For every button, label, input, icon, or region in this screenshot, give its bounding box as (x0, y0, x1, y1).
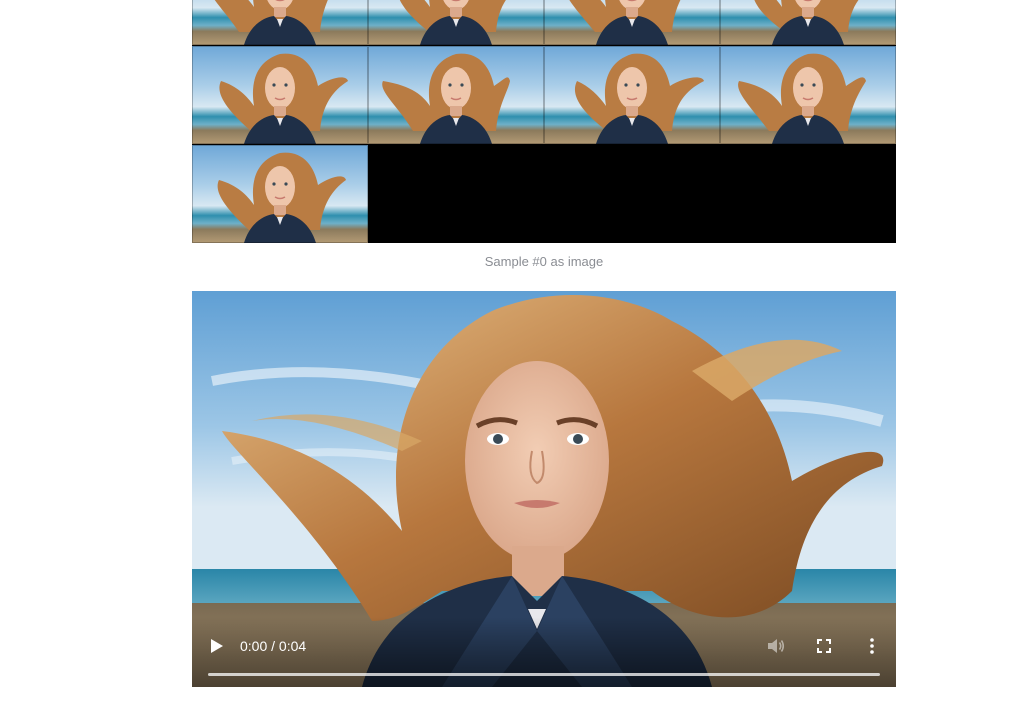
video-player[interactable]: 0:00 / 0:04 (192, 291, 896, 687)
video-controls: 0:00 / 0:04 (192, 617, 896, 687)
sample-tile (544, 46, 720, 144)
sample-tile (720, 0, 896, 45)
page: Sample #0 as image 0:00 / 0:04 (0, 0, 1028, 724)
sample-tile (720, 46, 896, 144)
more-vertical-icon (870, 638, 874, 654)
volume-icon (768, 639, 785, 653)
volume-button[interactable] (764, 634, 788, 658)
fullscreen-button[interactable] (812, 634, 836, 658)
sample-tile (192, 46, 368, 144)
fullscreen-icon (817, 639, 831, 653)
sample-tile (192, 145, 368, 243)
video-progress-bar[interactable] (208, 673, 880, 676)
more-options-button[interactable] (860, 634, 884, 658)
image-caption: Sample #0 as image (484, 254, 604, 269)
sample-tile (368, 0, 544, 45)
play-icon (211, 639, 223, 653)
sample-tile (192, 0, 368, 45)
sample-tile (544, 0, 720, 45)
sample-grid-image (192, 0, 896, 243)
play-button[interactable] (205, 634, 229, 658)
time-display: 0:00 / 0:04 (240, 638, 307, 654)
sample-tile (368, 46, 544, 144)
